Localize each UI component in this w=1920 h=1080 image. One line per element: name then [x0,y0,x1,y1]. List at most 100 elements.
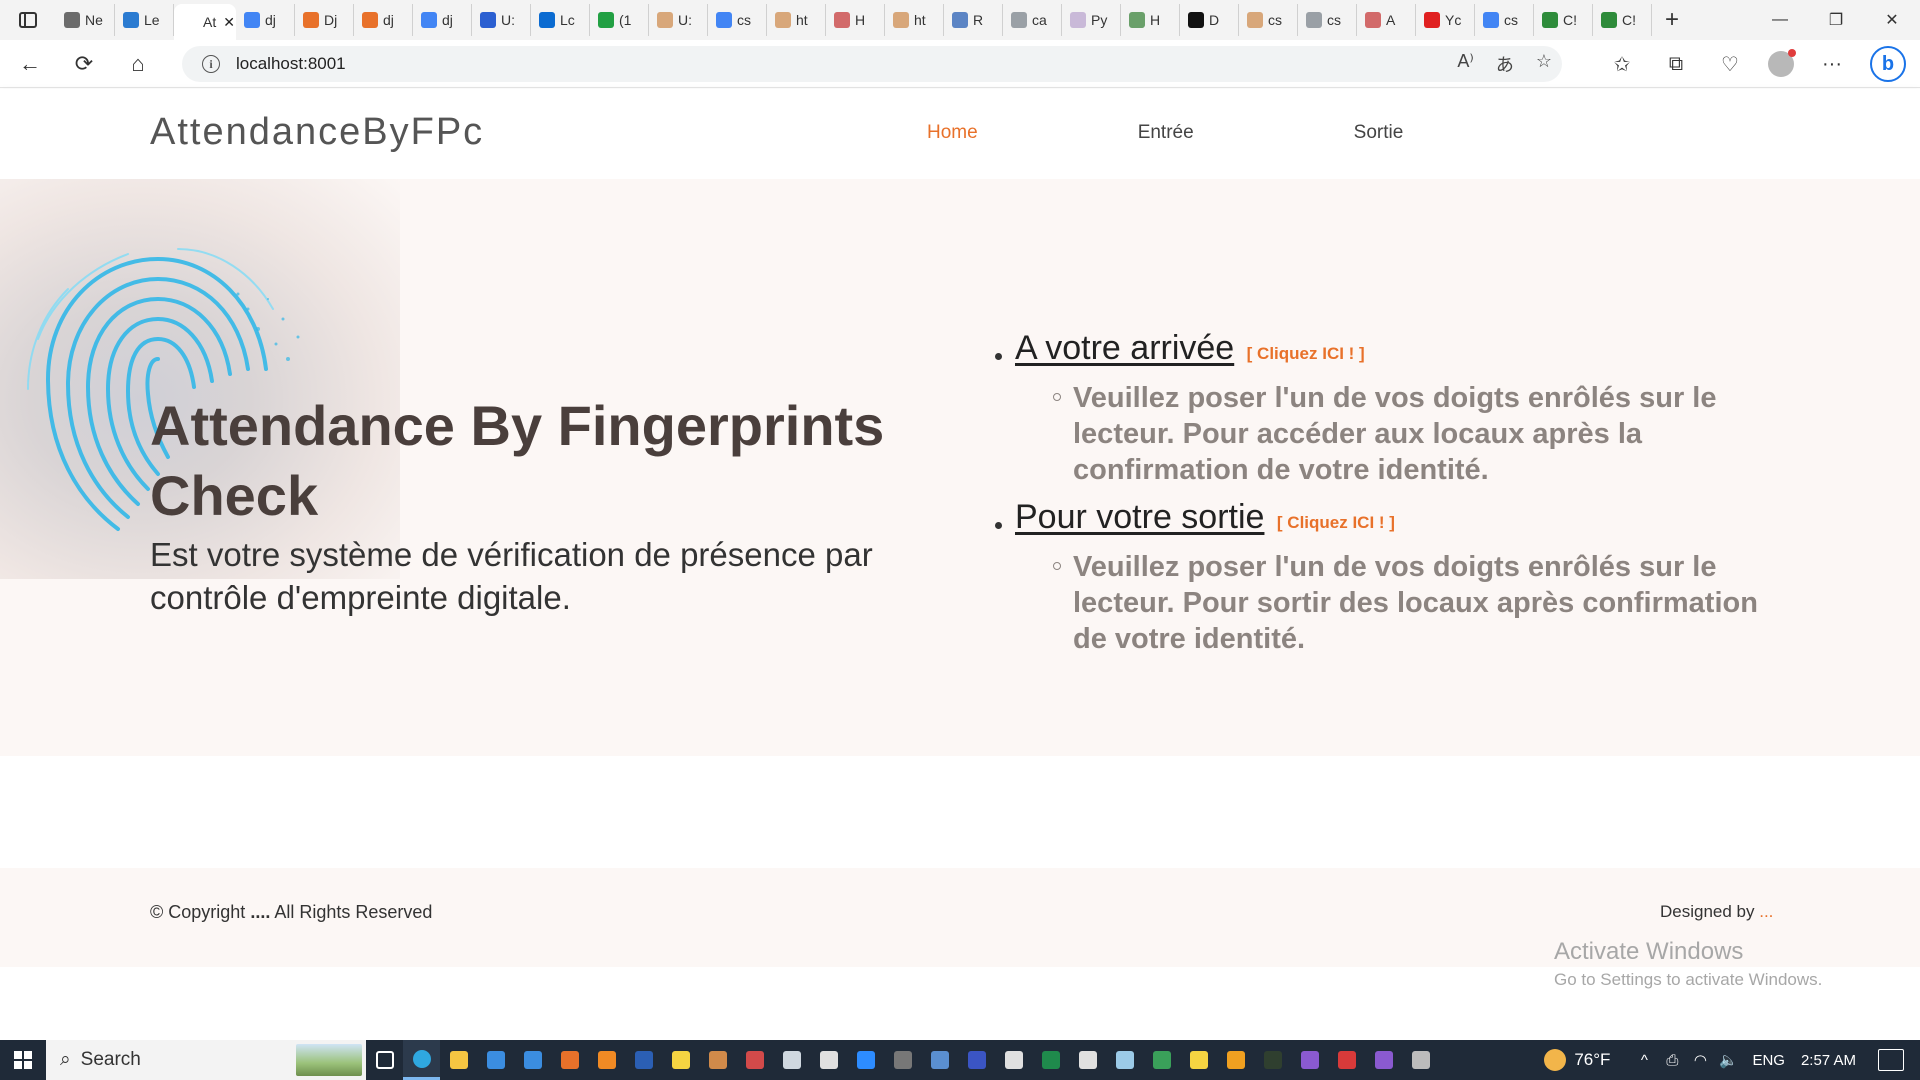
tab-label: U: [501,12,515,28]
minimize-button[interactable]: — [1752,0,1808,40]
app-orange2-icon [1226,1051,1245,1069]
tab[interactable]: cs [1298,4,1357,36]
taskbar-app-vs-purple[interactable] [1365,1040,1402,1080]
home-button[interactable]: ⌂ [114,44,162,84]
taskbar-app-app-tools[interactable] [1402,1040,1439,1080]
tab[interactable]: ht [767,4,826,36]
profile-avatar[interactable] [1768,49,1796,77]
read-aloud-icon[interactable]: A⁾ [1457,51,1473,77]
start-button[interactable] [0,1040,46,1080]
nav-link-home[interactable]: Home [927,122,978,144]
new-tab-button[interactable]: + [1652,0,1692,40]
url-text[interactable]: localhost:8001 [236,54,346,74]
taskbar-app-app-doc[interactable] [995,1040,1032,1080]
tab[interactable]: Le [115,4,174,36]
arrival-link[interactable]: A votre arrivée [1015,329,1234,367]
tab[interactable]: R [944,4,1003,36]
taskbar-app-zoom[interactable] [847,1040,884,1080]
restore-button[interactable]: ❐ [1808,0,1864,40]
tab[interactable]: cs [1239,4,1298,36]
tab[interactable]: dj [354,4,413,36]
favorites-icon[interactable]: ✩ [1606,52,1638,77]
close-tab-icon[interactable]: ✕ [223,14,235,31]
bing-copilot-icon[interactable]: b [1870,46,1906,82]
reload-button[interactable]: ⟳ [60,44,108,84]
taskbar-app-app-orange[interactable] [551,1040,588,1080]
translate-icon[interactable]: あ [1496,51,1514,77]
favorite-star-icon[interactable]: ☆ [1536,51,1552,77]
taskbar-app-visual-studio[interactable] [1291,1040,1328,1080]
taskbar-app-app-green[interactable] [1143,1040,1180,1080]
taskbar-app-edge[interactable] [403,1040,440,1080]
clock[interactable]: 2:57 AM [1801,1052,1856,1069]
close-window-button[interactable]: ✕ [1864,0,1920,40]
taskbar-app-app-gear[interactable] [810,1040,847,1080]
tab[interactable]: C! [1534,4,1593,36]
tab[interactable]: dj [236,4,295,36]
taskbar-app-app-pdf[interactable] [1069,1040,1106,1080]
app-gear-icon [819,1051,838,1069]
taskbar-app-task-view[interactable] [366,1040,403,1080]
taskbar-app-sticky-notes[interactable] [662,1040,699,1080]
nav-link-entree[interactable]: Entrée [1138,122,1194,144]
site-info-icon[interactable]: i [202,55,220,73]
tab[interactable]: D [1180,4,1239,36]
volume-icon[interactable]: 🔈 [1714,1051,1742,1069]
taskbar-app-vlc[interactable] [588,1040,625,1080]
wifi-icon[interactable]: ◠ [1686,1051,1714,1069]
tab[interactable]: U: [649,4,708,36]
taskbar-app-mail[interactable] [514,1040,551,1080]
tab[interactable]: C! [1593,4,1652,36]
taskbar-app-app-red[interactable] [736,1040,773,1080]
taskbar-search[interactable]: ⌕ Search [46,1040,366,1080]
tab[interactable]: ht [885,4,944,36]
tab[interactable]: A [1357,4,1416,36]
taskbar-app-app-light[interactable] [1106,1040,1143,1080]
settings-menu-icon[interactable]: ··· [1816,53,1848,76]
tab[interactable]: Yc [1416,4,1475,36]
exit-cta[interactable]: [ Cliquez ICI ! ] [1277,513,1395,532]
arrival-cta[interactable]: [ Cliquez ICI ! ] [1247,344,1365,363]
taskbar-app-app-blue[interactable] [921,1040,958,1080]
language-indicator[interactable]: ENG [1752,1052,1785,1069]
workspaces-button[interactable] [0,0,56,40]
taskbar-app-file-explorer[interactable] [440,1040,477,1080]
performance-icon[interactable]: ♡ [1714,52,1746,77]
tab[interactable]: cs [1475,4,1534,36]
taskbar-app-excel[interactable] [1032,1040,1069,1080]
tab[interactable]: H [826,4,885,36]
tab[interactable]: (1 [590,4,649,36]
tab-active[interactable]: At ✕ [174,4,236,40]
exit-link[interactable]: Pour votre sortie [1015,498,1264,536]
taskbar-app-app-yellow[interactable] [1180,1040,1217,1080]
collections-icon[interactable]: ⧉ [1660,53,1692,76]
tab[interactable]: H [1121,4,1180,36]
taskbar-app-app-f[interactable] [958,1040,995,1080]
site-brand[interactable]: AttendanceByFPc [150,111,484,154]
tab[interactable]: Py [1062,4,1121,36]
meet-icon[interactable]: ⎙ [1658,1052,1686,1069]
tab[interactable]: U: [472,4,531,36]
tab[interactable]: Dj [295,4,354,36]
back-button[interactable]: ← [6,44,54,84]
taskbar-app-app-dark[interactable] [884,1040,921,1080]
taskbar-app-store[interactable] [477,1040,514,1080]
tab[interactable]: cs [708,4,767,36]
tab[interactable]: dj [413,4,472,36]
notification-center-icon[interactable] [1878,1049,1904,1071]
weather-widget[interactable]: 76°F [1544,1049,1610,1071]
nav-link-sortie[interactable]: Sortie [1354,122,1404,144]
taskbar-app-acrobat[interactable] [1328,1040,1365,1080]
app-green-icon [1152,1051,1171,1069]
chevron-up-icon[interactable]: ^ [1630,1052,1658,1069]
tab[interactable]: ca [1003,4,1062,36]
tab[interactable]: Ne [56,4,115,36]
designer-link[interactable]: ... [1759,902,1773,921]
taskbar-app-terminal[interactable] [1254,1040,1291,1080]
taskbar-app-word[interactable] [625,1040,662,1080]
taskbar-app-notepad[interactable] [773,1040,810,1080]
tab[interactable]: Lc [531,4,590,36]
taskbar-app-app-orange2[interactable] [1217,1040,1254,1080]
taskbar-app-app-media[interactable] [699,1040,736,1080]
url-omnibox[interactable]: i localhost:8001 A⁾ あ ☆ [182,46,1562,82]
